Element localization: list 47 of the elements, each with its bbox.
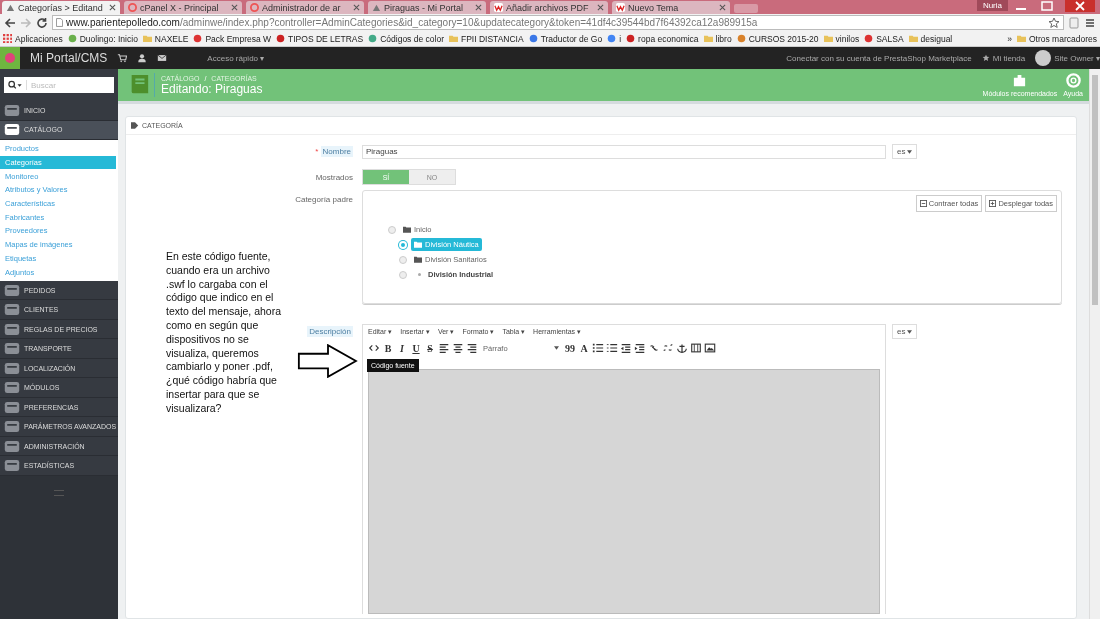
format-button[interactable]: U [410,342,422,354]
language-button[interactable]: es [892,324,918,339]
field-label: Mostrados [314,172,354,182]
bookmark[interactable]: libro [703,33,732,44]
annotation-text: En este código fuente, cuando era un archivo .swf lo cargaba con el código que indico en el texto del mensaje, ahora como en según que dispositivos no se visualiza, queremos cambiarlo y poner .pdf, ¿qué código habría que insertar para que se visualizara? [166,250,282,416]
search-field[interactable]: Buscar [4,77,114,93]
format-button[interactable]: S [424,342,436,354]
bookmark[interactable]: vinilos [823,33,860,44]
bookmark[interactable]: i [607,33,622,44]
bookmark[interactable]: FPII DISTANCIA [448,33,524,44]
page-title: Editando: Piraguas [161,81,263,96]
bookmark[interactable]: Códigos de color [368,33,444,44]
required-mark: * [315,147,319,156]
bookmark[interactable]: Traductor de Go [528,33,603,44]
bookmark[interactable]: Duolingo: Inicio [67,33,138,44]
format-button[interactable]: 99 [564,342,576,354]
name-field[interactable]: Piraguas [362,144,886,159]
format-button[interactable]: I [396,342,408,354]
language-button[interactable]: es [892,144,918,159]
bookmark[interactable]: Pack Empresa W [193,33,272,44]
bookmark[interactable]: ropa economica [626,33,699,44]
bookmark[interactable]: NAXELE [142,33,189,44]
field-label: Nombre [320,146,353,157]
bookmark[interactable]: desigual [908,33,953,44]
format-button[interactable]: A [578,342,590,354]
field-label: Categoría padre [294,195,354,204]
browser-tab[interactable]: Categorías > Editand [2,1,120,14]
browser-tab[interactable]: Nuevo Tema [612,1,730,14]
bookmark[interactable]: Aplicaciones [3,33,63,44]
more-bookmarks-button[interactable]: » [1007,33,1012,44]
bookmark[interactable]: CURSOS 2015-20 [736,33,819,44]
quick-access-menu[interactable]: Acceso rápido ▾ [207,53,265,63]
bookmark[interactable]: TIPOS DE LETRAS [276,33,364,44]
bookmark[interactable]: SALSA [864,33,904,44]
field-label: Descripción [307,326,353,337]
address-field[interactable]: www.parientepolledo.com/adminwe/index.php?controller=AdminCategories&id_category=10&updatecategory&token=41df4c39544bd7f64392ca12a989915a [52,15,1064,30]
browser-tab[interactable]: Piraguas - Mi Portal [368,1,486,14]
marketplace-link[interactable]: Conectar con su cuenta de PrestaShop Marketplace [786,53,972,63]
profile-name[interactable]: Nuria [976,0,1008,11]
browser-tab[interactable]: Administrador de ar [246,1,364,14]
bookmark[interactable]: Otros marcadores [1016,33,1097,44]
browser-tab[interactable]: Añadir archivos PDF [490,1,608,14]
account-menu[interactable]: Site Owner ▾ [1054,53,1100,63]
shop-name[interactable]: Mi Portal/CMS [30,51,108,65]
format-button[interactable]: B [382,342,394,354]
browser-tab[interactable]: cPanel X - Principal [124,1,242,14]
shop-link[interactable]: Mi tienda [992,53,1026,63]
